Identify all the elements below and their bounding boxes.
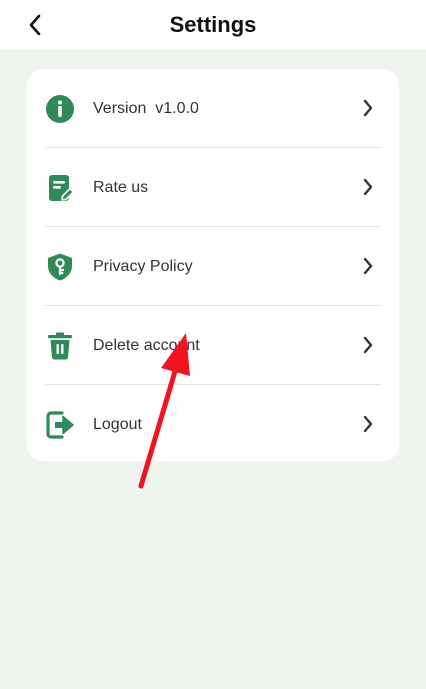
top-bar: Settings [0,0,426,50]
info-circle-icon [44,93,76,125]
settings-item-rate-us[interactable]: Rate us [27,148,399,227]
settings-item-label: Privacy Policy [93,258,193,275]
settings-item-privacy-policy[interactable]: Privacy Policy [27,227,399,306]
logout-icon [44,409,76,441]
settings-item-label: Delete account [93,337,200,354]
settings-card: Version v1.0.0 Rate us Privacy Policy De… [27,69,399,461]
chevron-right-icon [357,97,379,119]
chevron-right-icon [357,176,379,198]
chevron-right-icon [357,334,379,356]
settings-item-label: Rate us [93,179,149,196]
settings-item-version[interactable]: Version v1.0.0 [27,69,399,148]
edit-document-icon [44,172,76,204]
settings-item-label: Logout [93,416,142,433]
back-button[interactable] [20,10,50,40]
shield-key-icon [44,251,76,283]
chevron-right-icon [357,413,379,435]
trash-icon [44,330,76,362]
settings-item-label: Version v1.0.0 [93,100,199,117]
settings-item-logout[interactable]: Logout [27,385,399,464]
chevron-right-icon [357,255,379,277]
chevron-left-icon [29,14,41,36]
settings-item-delete-account[interactable]: Delete account [27,306,399,385]
page-title: Settings [169,12,257,37]
